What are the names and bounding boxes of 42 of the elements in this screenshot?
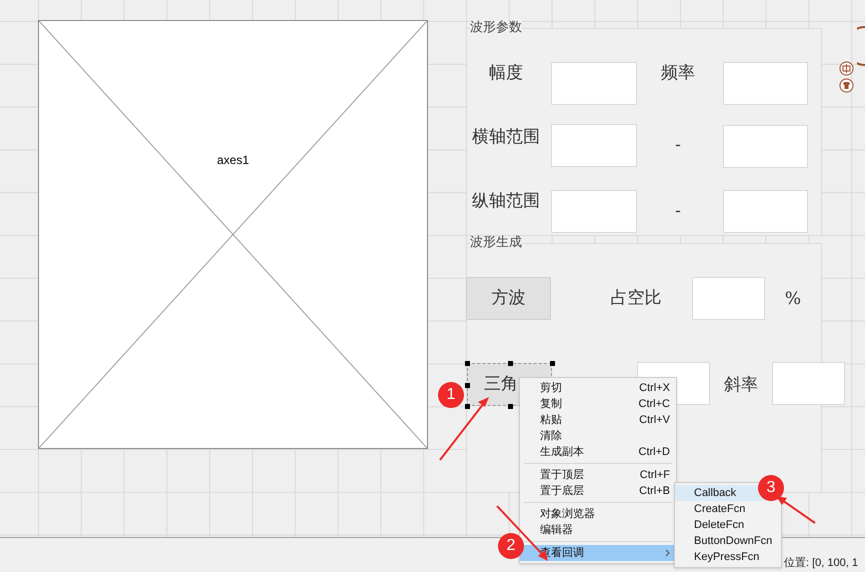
- field-label: 频率: [660, 62, 696, 86]
- field-label: 幅度: [488, 62, 524, 86]
- menu-item[interactable]: 置于底层 Ctrl+B: [520, 483, 676, 499]
- menu-item[interactable]: ButtonDownFcn: [675, 533, 781, 549]
- field-label: -: [674, 134, 682, 158]
- menu-item[interactable]: 粘贴 Ctrl+V: [520, 412, 676, 428]
- menu-item[interactable]: 置于顶层 Ctrl+F: [520, 467, 676, 483]
- resize-handle[interactable]: [465, 382, 470, 388]
- panel-title: 波形参数: [470, 21, 522, 34]
- field-label: 横轴范围: [471, 126, 541, 150]
- field-label: %: [784, 288, 802, 312]
- resize-handle[interactable]: [465, 361, 470, 366]
- input-field[interactable]: [551, 190, 637, 233]
- menu-item[interactable]: KeyPressFcn: [675, 549, 781, 565]
- input-field[interactable]: [723, 62, 808, 105]
- position-readout: 位置: [0, 100, 1: [784, 556, 858, 571]
- menu-item[interactable]: DeleteFcn: [675, 517, 781, 533]
- menu-item[interactable]: CreateFcn: [675, 501, 781, 517]
- panel-title: 波形生成: [470, 236, 522, 249]
- arrow: [776, 496, 816, 524]
- resize-handle[interactable]: [550, 361, 555, 366]
- menu-item[interactable]: 对象浏览器: [520, 506, 676, 522]
- input-field[interactable]: [723, 125, 808, 168]
- input-field[interactable]: [692, 277, 765, 320]
- menu-item[interactable]: 清除: [520, 428, 676, 444]
- resize-handle[interactable]: [465, 404, 470, 409]
- resize-handle[interactable]: [508, 361, 512, 366]
- ring-drawing: [857, 26, 865, 66]
- chevron-right-icon: [665, 549, 670, 557]
- axes[interactable]: axes1: [38, 20, 428, 449]
- arrow: [439, 397, 489, 461]
- field-label: 纵轴范围: [471, 190, 541, 214]
- resize-handle[interactable]: [508, 404, 512, 409]
- input-field[interactable]: [723, 190, 808, 233]
- input-field[interactable]: [772, 362, 845, 405]
- field-label: -: [674, 200, 682, 224]
- push-button[interactable]: 方波: [466, 277, 551, 320]
- field-label: 斜率: [723, 374, 759, 398]
- input-field[interactable]: [551, 124, 637, 167]
- menu-item[interactable]: 生成副本 Ctrl+D: [520, 444, 676, 460]
- field-label: 占空比: [610, 287, 662, 310]
- input-field[interactable]: [551, 62, 637, 105]
